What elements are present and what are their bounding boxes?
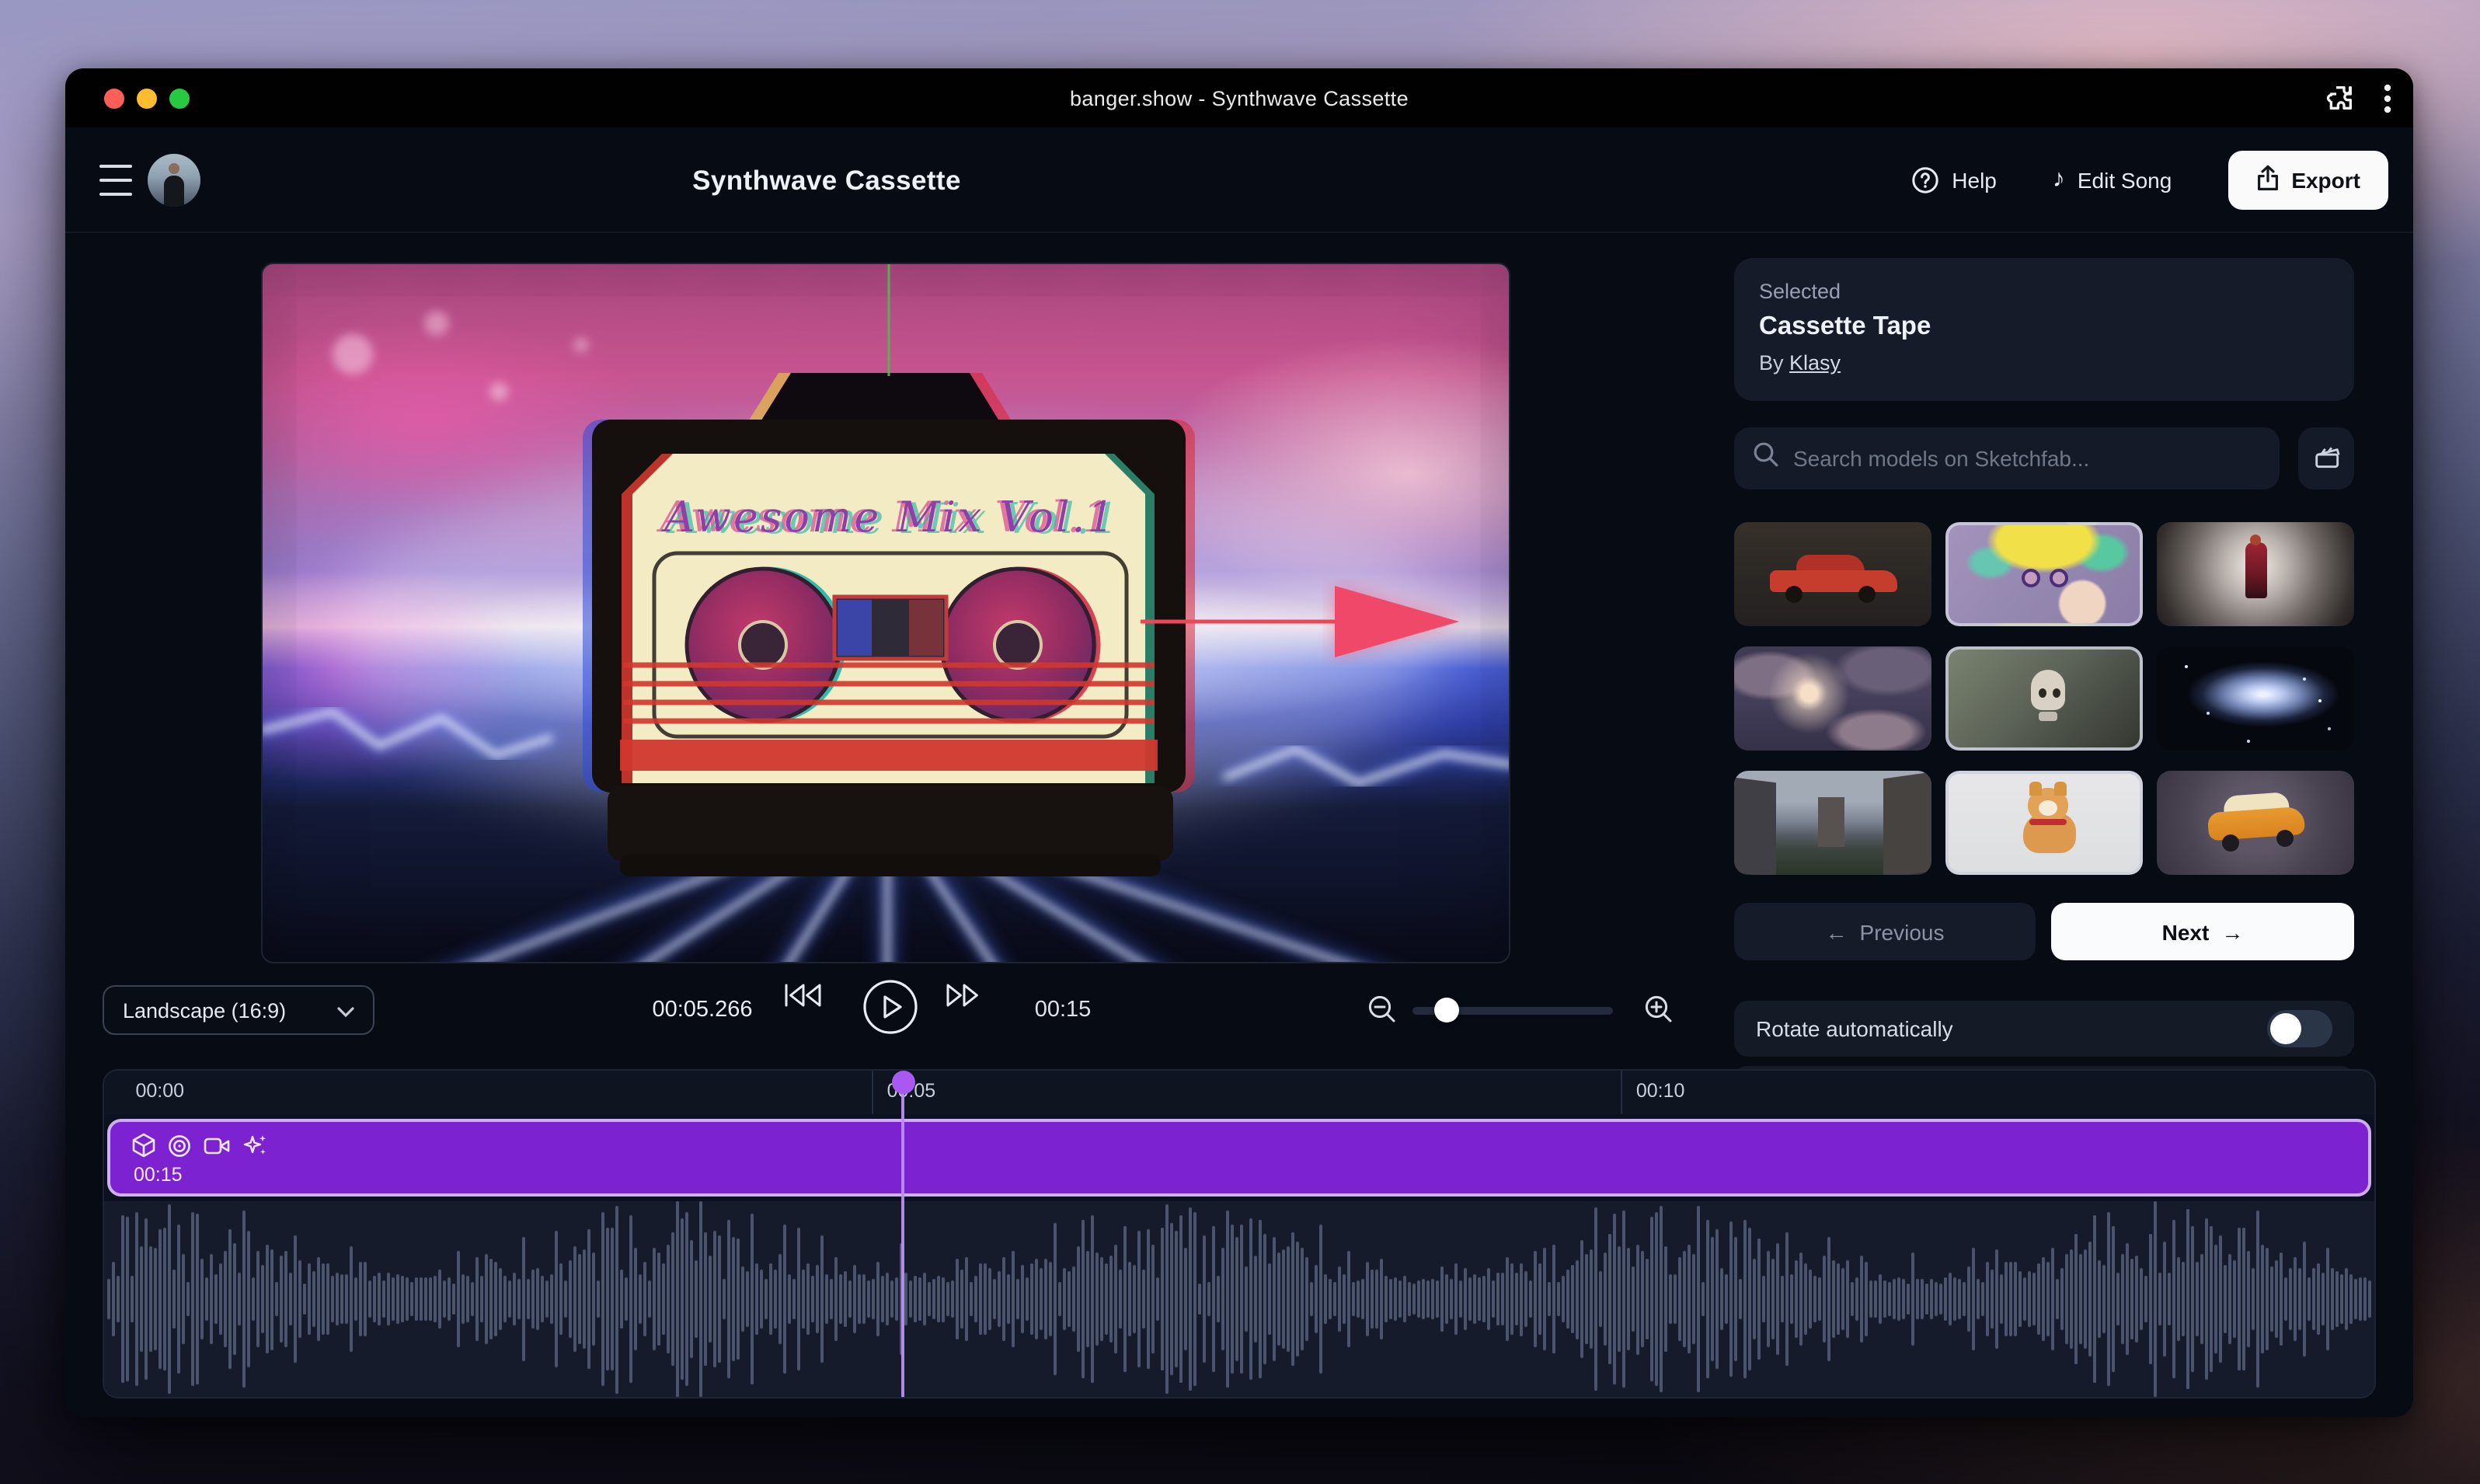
current-time: 00:05.266 — [617, 985, 788, 1035]
chevron-down-icon — [337, 998, 354, 1022]
toggle-knob — [2270, 1013, 2301, 1044]
cassette-tape: Awesome Mix Vol.1 Awesome Mix Vol.1 Awes… — [583, 420, 1195, 876]
rotate-automatically-row: Rotate automatically — [1734, 1001, 2354, 1057]
cube-3d-icon — [132, 1133, 155, 1158]
model-thumbnail-city[interactable] — [1734, 771, 1931, 875]
browser-menu-kebab-icon[interactable] — [2384, 83, 2391, 113]
desktop-wallpaper: banger.show - Synthwave Cassette — [0, 0, 2480, 1484]
clapperboard-icon — [2311, 441, 2341, 476]
timeline-panel: 00:0000:0500:10 — [103, 1069, 2376, 1399]
help-question-icon — [1911, 166, 1939, 194]
model-thumbnail-grid — [1734, 522, 2354, 875]
selected-model-name: Cassette Tape — [1759, 312, 2329, 342]
model-thumbnail-storm-clouds[interactable] — [1734, 646, 1931, 751]
play-button[interactable] — [862, 979, 918, 1035]
selected-heading: Selected — [1759, 280, 2329, 303]
model-thumbnail-shiba-dog[interactable] — [1945, 771, 2143, 875]
page-title: Synthwave Cassette — [65, 127, 1588, 233]
previous-button[interactable]: ← Previous — [1734, 903, 2036, 960]
model-thumbnail-toy-car[interactable] — [2157, 771, 2354, 875]
model-byline: By Klasy — [1759, 351, 2329, 374]
fast-forward-button[interactable] — [945, 982, 982, 1016]
selected-model-card: Selected Cassette Tape By Klasy — [1734, 258, 2354, 401]
timeline-ruler[interactable]: 00:0000:0500:10 — [104, 1071, 2374, 1114]
zoom-out-icon[interactable] — [1367, 995, 1397, 1032]
zoom-slider-knob[interactable] — [1433, 998, 1458, 1022]
spiral-icon — [168, 1134, 191, 1157]
clapperboard-button[interactable] — [2298, 427, 2354, 489]
rotate-automatically-label: Rotate automatically — [1756, 1016, 1953, 1041]
arrow-left-icon: ← — [1826, 919, 1848, 944]
export-button[interactable]: Export — [2227, 151, 2388, 210]
sky-bokeh — [333, 311, 589, 401]
playhead-handle[interactable] — [892, 1071, 915, 1094]
clip-track: 00:15 — [104, 1114, 2374, 1201]
playback-controls: Landscape (16:9) 00:05.266 — [65, 963, 1588, 1063]
video-clip[interactable]: 00:15 — [107, 1119, 2371, 1197]
share-export-icon — [2255, 165, 2279, 196]
rewind-button[interactable] — [783, 982, 824, 1016]
search-icon — [1753, 441, 1779, 476]
model-thumbnail-anime-girl[interactable] — [1945, 522, 2143, 626]
model-thumbnail-warrior[interactable] — [2157, 522, 2354, 626]
edit-song-button[interactable]: ♪ Edit Song — [2053, 168, 2172, 193]
next-button[interactable]: Next → — [2051, 903, 2354, 960]
rotate-automatically-toggle[interactable] — [2267, 1010, 2332, 1047]
close-window-button[interactable] — [104, 88, 124, 108]
app-header: Synthwave Cassette Help ♪ Edit Song — [65, 127, 2413, 233]
search-input[interactable] — [1793, 446, 2261, 471]
arrow-right-icon: → — [2221, 919, 2243, 944]
model-search-box[interactable] — [1734, 427, 2280, 489]
timeline-zoom-slider[interactable] — [1412, 1006, 1613, 1014]
help-button[interactable]: Help — [1911, 166, 1997, 194]
audio-waveform — [104, 1201, 2374, 1399]
video-preview-canvas[interactable]: Awesome Mix Vol.1 Awesome Mix Vol.1 Awes… — [261, 263, 1510, 963]
model-thumbnail-skull[interactable] — [1945, 646, 2143, 751]
cassette-label-text: Awesome Mix Vol.1 — [660, 493, 1116, 542]
aspect-ratio-dropdown[interactable]: Landscape (16:9) — [103, 985, 374, 1035]
minimize-window-button[interactable] — [137, 88, 157, 108]
music-note-icon: ♪ — [2053, 168, 2065, 193]
window-title: banger.show - Synthwave Cassette — [65, 86, 2413, 110]
total-duration: 00:15 — [1016, 985, 1109, 1035]
sparkles-icon — [242, 1133, 267, 1158]
author-link[interactable]: Klasy — [1789, 351, 1841, 374]
maximize-window-button[interactable] — [169, 88, 190, 108]
zoom-in-icon[interactable] — [1644, 995, 1674, 1032]
playhead-line — [902, 1089, 905, 1397]
app-window: banger.show - Synthwave Cassette — [65, 68, 2413, 1417]
window-titlebar: banger.show - Synthwave Cassette — [65, 68, 2413, 127]
model-thumbnail-sports-car[interactable] — [1734, 522, 1931, 626]
video-camera-icon — [204, 1135, 230, 1155]
extensions-puzzle-icon[interactable] — [2325, 82, 2356, 113]
model-thumbnail-galaxy[interactable] — [2157, 646, 2354, 751]
clip-duration-label: 00:15 — [134, 1164, 183, 1186]
